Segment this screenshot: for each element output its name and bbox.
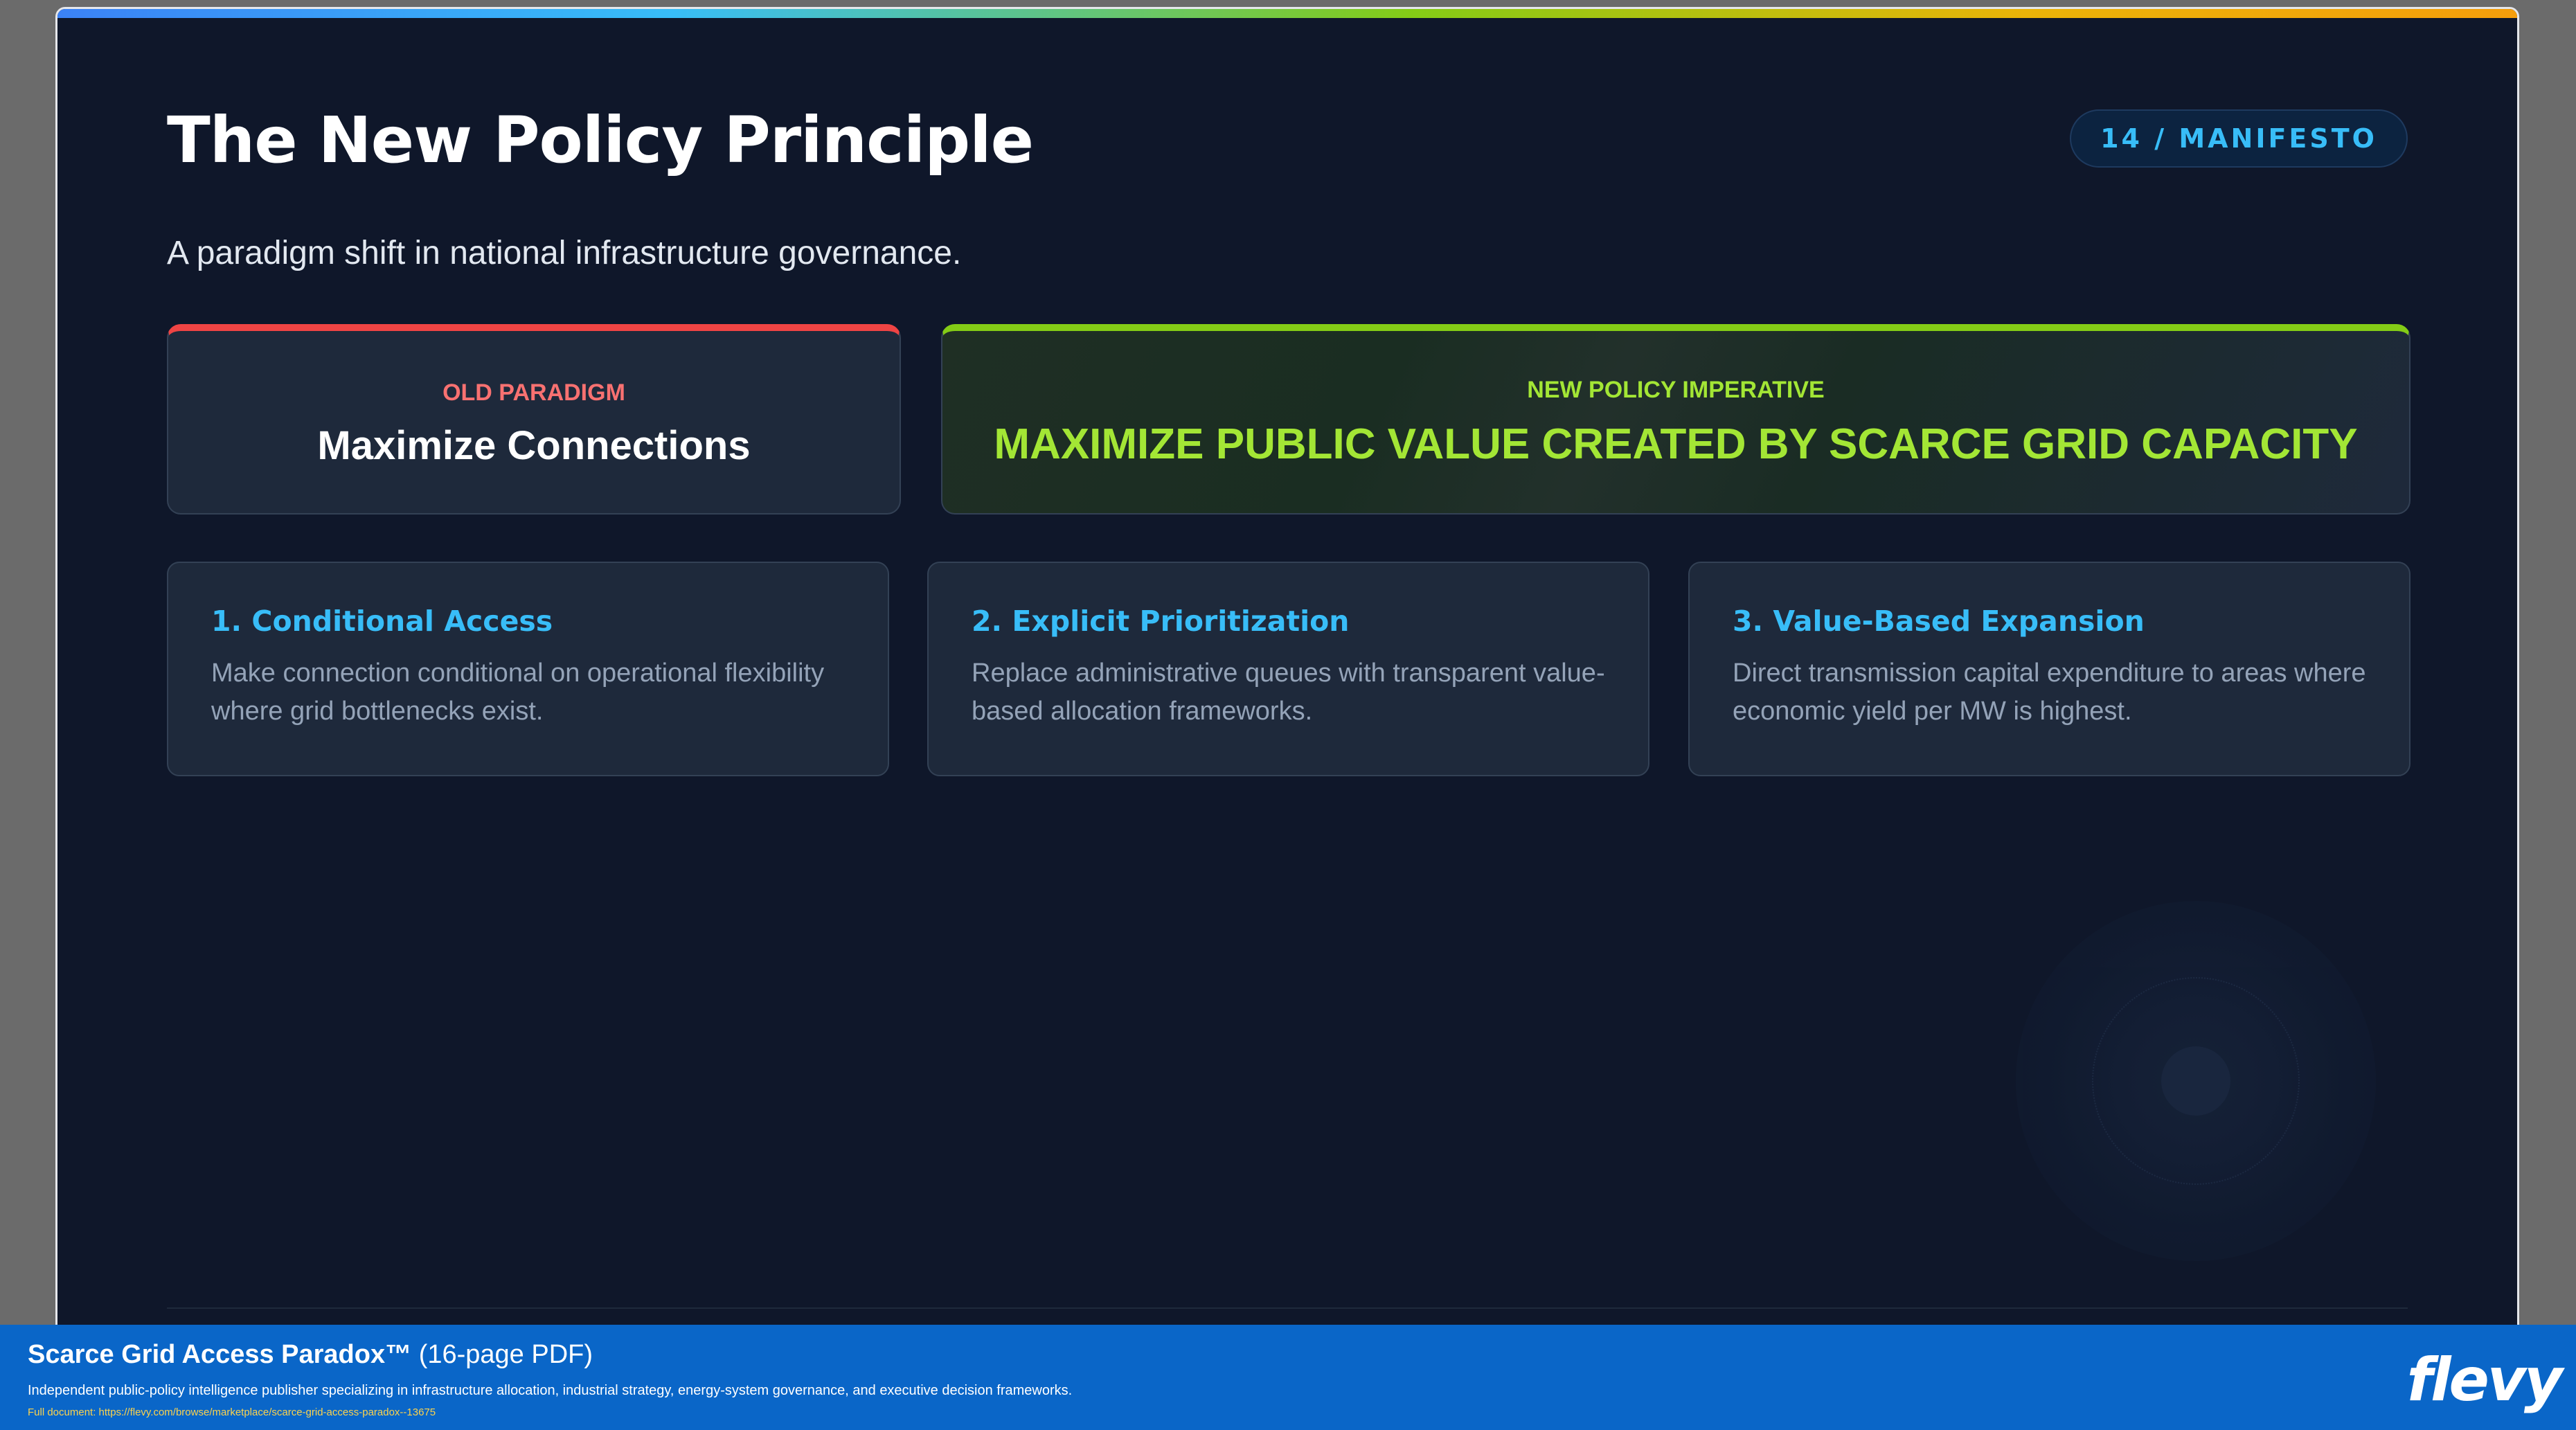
new-imperative-label: NEW POLICY IMPERATIVE bbox=[1527, 377, 1825, 403]
card-text: Direct transmission capital expenditure … bbox=[1733, 659, 2366, 726]
document-footer-banner: Scarce Grid Access Paradox™ (16-page PDF… bbox=[0, 1325, 2576, 1430]
old-paradigm-box: OLD PARADIGM Maximize Connections bbox=[167, 324, 901, 515]
card-text: Make connection conditional on operation… bbox=[211, 659, 825, 726]
card-text: Replace administrative queues with trans… bbox=[972, 659, 1605, 726]
decorative-core bbox=[2161, 1046, 2230, 1116]
flevy-logo[interactable]: flevy bbox=[2407, 1346, 2563, 1415]
decorative-circle-watermark bbox=[2016, 901, 2376, 1261]
page-title: The New Policy Principle bbox=[167, 103, 1034, 177]
footer-page-count: (16-page PDF) bbox=[418, 1340, 593, 1369]
old-paradigm-heading: Maximize Connections bbox=[317, 423, 751, 468]
page-subtitle: A paradigm shift in national infrastruct… bbox=[167, 235, 962, 271]
card-title: 2. Explicit Prioritization bbox=[972, 605, 1350, 638]
top-gradient-bar bbox=[57, 9, 2517, 18]
page-number-badge: 14 / MANIFESTO bbox=[2070, 109, 2408, 168]
principle-card-conditional-access: 1. Conditional Access Make connection co… bbox=[167, 562, 889, 776]
card-title: 1. Conditional Access bbox=[211, 605, 553, 638]
footer-divider bbox=[167, 1307, 2408, 1309]
new-imperative-heading: MAXIMIZE PUBLIC VALUE CREATED BY SCARCE … bbox=[994, 420, 2358, 468]
footer-description: Independent public-policy intelligence p… bbox=[28, 1383, 1073, 1398]
footer-document-link[interactable]: Full document: https://flevy.com/browse/… bbox=[28, 1406, 436, 1418]
footer-document-title: Scarce Grid Access Paradox™ (16-page PDF… bbox=[28, 1340, 593, 1370]
new-imperative-box: NEW POLICY IMPERATIVE MAXIMIZE PUBLIC VA… bbox=[941, 324, 2410, 515]
old-paradigm-label: OLD PARADIGM bbox=[442, 379, 625, 406]
slide: The New Policy Principle 14 / MANIFESTO … bbox=[55, 7, 2519, 1430]
footer-doc-name: Scarce Grid Access Paradox™ bbox=[28, 1340, 412, 1369]
card-title: 3. Value-Based Expansion bbox=[1733, 605, 2145, 638]
principle-card-value-based-expansion: 3. Value-Based Expansion Direct transmis… bbox=[1688, 562, 2410, 776]
principle-card-explicit-prioritization: 2. Explicit Prioritization Replace admin… bbox=[927, 562, 1649, 776]
